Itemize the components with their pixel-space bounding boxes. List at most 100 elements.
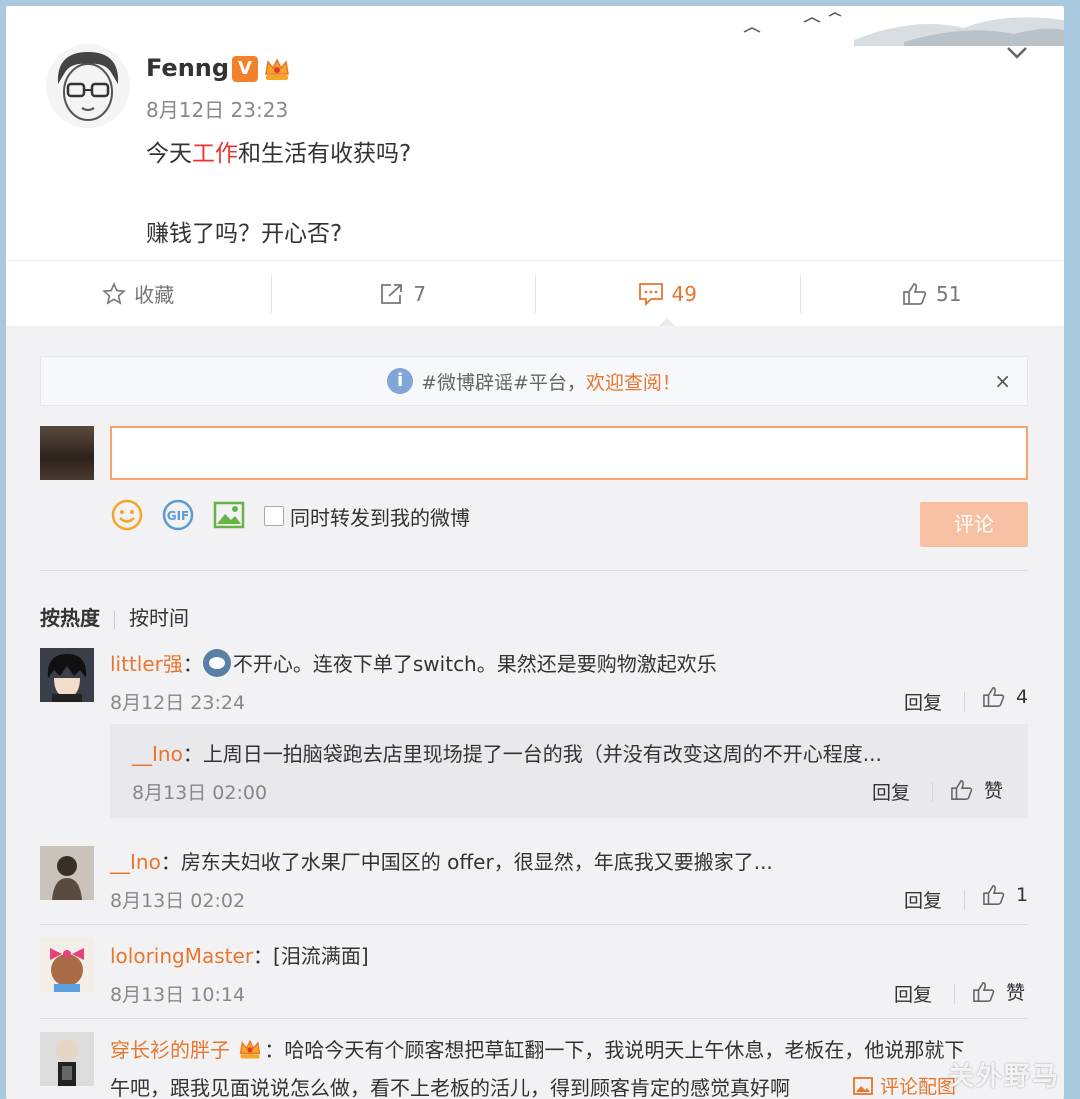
post-text-line1: 今天工作和生活有收获吗? — [146, 134, 411, 168]
comment-like-count: 1 — [1016, 884, 1029, 906]
sort-by-hot[interactable]: 按热度 — [40, 606, 100, 630]
thumbs-up-icon — [903, 282, 927, 305]
reply-button[interactable]: 回复 — [894, 980, 932, 1007]
comment-colon: ： — [160, 850, 181, 874]
repost-button[interactable]: 7 — [270, 261, 536, 326]
notice-text: #微博辟谣#平台， — [421, 371, 586, 394]
notice-link[interactable]: 欢迎查阅！ — [586, 368, 681, 395]
comment-colon: ： — [182, 742, 203, 766]
comment-text: 不开心。连夜下单了switch。果然还是要购物激起欢乐 — [232, 652, 717, 676]
comment-count: 49 — [671, 281, 697, 306]
post-timestamp[interactable]: 8月12日 23:23 — [146, 94, 288, 123]
commenter-avatar[interactable] — [40, 846, 94, 900]
comment-text: 上周日一拍脑袋跑去店里现场提了一台的我（并没有改变这周的不开心程度... — [202, 742, 882, 766]
comment-text-continued: 午吧，跟我见面说说怎么做，看不上老板的活儿，得到顾客肯定的感觉真好啊 — [110, 1076, 790, 1099]
comment-like-count: 赞 — [984, 780, 1004, 802]
comment-username[interactable]: loloringMaster — [110, 944, 253, 968]
sort-by-time[interactable]: 按时间 — [129, 606, 189, 630]
commenter-avatar[interactable] — [40, 648, 94, 702]
emoji-icon[interactable] — [110, 498, 144, 532]
thumbs-up-icon — [951, 779, 973, 800]
svg-text:GIF: GIF — [167, 509, 190, 523]
action-separator — [964, 890, 965, 910]
comment-colon: ： — [182, 652, 203, 676]
close-icon[interactable]: × — [994, 369, 1011, 393]
comment-username[interactable]: __Ino — [132, 742, 183, 766]
reply-button[interactable]: 回复 — [904, 688, 942, 715]
action-separator — [954, 984, 955, 1004]
comment-text: [泪流满面] — [273, 944, 369, 968]
crown-badge-icon — [240, 1039, 261, 1059]
comment-text-row: loloringMaster：[泪流满面] — [110, 940, 369, 969]
comment-timestamp: 8月12日 23:24 — [110, 692, 246, 714]
post-action-bar: 收藏 7 49 51 — [6, 260, 1065, 327]
sort-separator — [114, 610, 115, 629]
comment-username[interactable]: 穿长衫的胖子 — [110, 1038, 230, 1062]
comment-like-button[interactable]: 1 — [982, 884, 1028, 906]
repost-checkbox[interactable] — [264, 506, 284, 526]
comment-input[interactable] — [110, 426, 1028, 480]
info-icon: i — [387, 368, 414, 394]
comment-timestamp: 8月13日 10:14 — [110, 984, 246, 1006]
action-separator — [932, 782, 933, 802]
emoji-sticker-icon — [202, 649, 231, 677]
favorite-button[interactable]: 收藏 — [6, 261, 271, 326]
divider — [40, 570, 1028, 571]
nested-reply-box: __Ino：上周日一拍脑袋跑去店里现场提了一台的我（并没有改变这周的不开心程度.… — [110, 724, 1028, 818]
star-icon — [102, 281, 127, 305]
repost-count: 7 — [413, 281, 427, 306]
comment-text-row: littler强： 不开心。连夜下单了switch。果然还是要购物激起欢乐 — [110, 648, 717, 677]
comment-username[interactable]: littler强 — [110, 652, 183, 676]
comment-like-button[interactable]: 赞 — [972, 978, 1025, 1005]
image-icon[interactable] — [212, 498, 246, 532]
post-text-line2: 赚钱了吗？开心否? — [146, 221, 343, 247]
reply-button[interactable]: 回复 — [904, 886, 942, 913]
like-count: 51 — [936, 281, 962, 306]
comment-button[interactable]: 49 — [535, 261, 800, 327]
comment-like-count: 4 — [1016, 686, 1029, 708]
post-text-after: 和生活有收获吗? — [238, 141, 412, 167]
favorite-label: 收藏 — [134, 283, 175, 307]
divider — [40, 924, 1028, 925]
comment-colon: ： — [253, 944, 274, 968]
thumbs-up-icon — [983, 885, 1005, 905]
thumbs-up-icon — [973, 981, 995, 1002]
commenter-avatar[interactable] — [40, 938, 94, 992]
repost-checkbox-label[interactable]: 同时转发到我的微博 — [290, 502, 470, 531]
comment-timestamp: 8月13日 02:00 — [132, 782, 268, 804]
sort-tabs: 按热度 按时间 — [40, 602, 189, 631]
post-text-before: 今天 — [146, 141, 192, 167]
author-name[interactable]: Fenng — [146, 54, 229, 82]
comment-icon — [638, 282, 663, 306]
share-icon — [381, 283, 403, 304]
submit-comment-button[interactable]: 评论 — [920, 502, 1028, 547]
comment-text-row: __Ino：上周日一拍脑袋跑去店里现场提了一台的我（并没有改变这周的不开心程度.… — [132, 738, 882, 767]
comment-text: 哈哈今天有个顾客想把草缸翻一下，我说明天上午休息，老板在，他说那就下 — [284, 1038, 965, 1062]
verified-badge: V — [232, 56, 258, 82]
comment-picture-label: 评论配图 — [880, 1076, 957, 1098]
author-avatar[interactable] — [46, 44, 130, 128]
action-separator — [964, 692, 965, 712]
watermark: 关外野马 — [947, 1062, 1060, 1092]
thumbs-up-icon — [983, 687, 1005, 707]
rumor-notice-banner: i #微博辟谣#平台， 欢迎查阅！ × — [40, 356, 1028, 406]
post-text-highlight[interactable]: 工作 — [192, 141, 238, 167]
comment-text-row: 穿长衫的胖子 ：哈哈今天有个顾客想把草缸翻一下，我说明天上午休息，老板在，他说那… — [110, 1034, 964, 1063]
reply-button[interactable]: 回复 — [872, 778, 910, 805]
current-user-avatar[interactable] — [40, 426, 94, 480]
commenter-avatar[interactable] — [40, 1032, 94, 1086]
comment-text: 房东夫妇收了水果厂中国区的 offer，很显然，年底我又要搬家了... — [180, 850, 773, 874]
gif-icon[interactable]: GIF — [161, 498, 195, 532]
comment-like-button[interactable]: 赞 — [950, 776, 1003, 803]
comment-text-row-continued: 午吧，跟我见面说说怎么做，看不上老板的活儿，得到顾客肯定的感觉真好啊 — [110, 1072, 790, 1099]
divider — [40, 1018, 1028, 1019]
comment-colon: ： — [264, 1038, 285, 1062]
crown-badge-icon — [265, 58, 289, 80]
picture-icon — [853, 1076, 873, 1095]
like-button[interactable]: 51 — [799, 261, 1065, 326]
comment-picture-link[interactable]: 评论配图 — [852, 1072, 956, 1099]
comment-text-row: __Ino：房东夫妇收了水果厂中国区的 offer，很显然，年底我又要搬家了..… — [110, 846, 773, 875]
comment-username[interactable]: __Ino — [110, 850, 161, 874]
comment-like-button[interactable]: 4 — [982, 686, 1028, 708]
weibo-post-card: Fenng V 8月12日 23:23 今天工作和生活有收获吗? 赚钱了吗？开心… — [6, 6, 1064, 1099]
